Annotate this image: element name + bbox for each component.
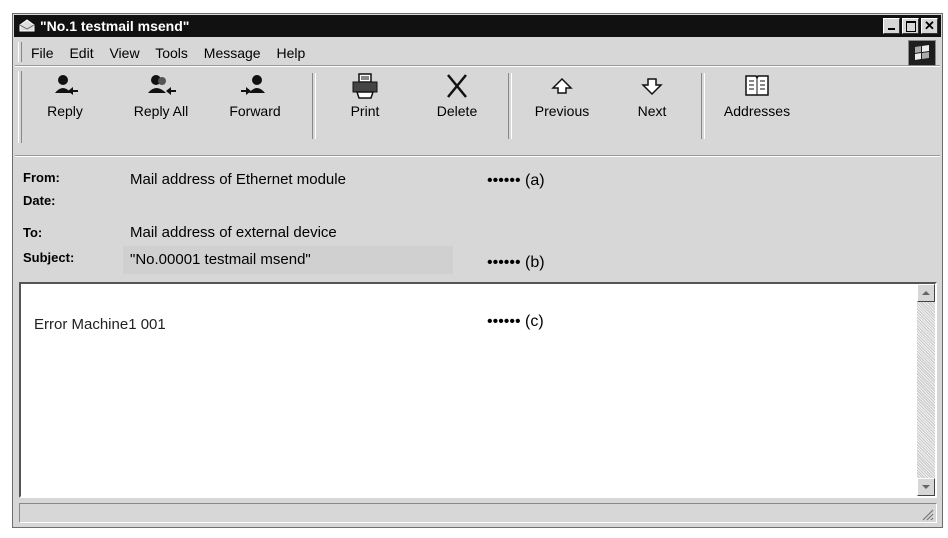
menu-bar: File Edit View Tools Message Help <box>15 39 940 66</box>
status-bar <box>19 503 937 523</box>
menu-message[interactable]: Message <box>204 45 261 61</box>
menu-grip[interactable] <box>18 42 22 62</box>
toolbar-separator <box>312 73 316 139</box>
print-label: Print <box>350 103 380 119</box>
resize-grip-icon[interactable] <box>920 507 934 521</box>
to-value[interactable]: Mail address of external device <box>130 224 337 241</box>
scroll-down-button[interactable] <box>917 478 935 496</box>
subject-label: Subject: <box>23 250 75 265</box>
previous-label: Previous <box>534 103 590 119</box>
body-text: Error Machine1 001 <box>34 316 166 333</box>
reply-all-label: Reply All <box>133 103 189 119</box>
delete-button[interactable]: Delete <box>427 73 487 119</box>
scroll-up-icon <box>922 291 930 295</box>
date-label: Date: <box>23 193 56 208</box>
mail-window: "No.1 testmail msend" ✕ File Edit View T… <box>12 13 943 528</box>
menu-edit[interactable]: Edit <box>69 45 93 61</box>
forward-label: Forward <box>229 103 281 119</box>
reply-icon <box>55 75 78 95</box>
window-title: "No.1 testmail msend" <box>40 18 190 34</box>
menu-file[interactable]: File <box>31 45 54 61</box>
print-icon <box>352 73 378 99</box>
envelope-icon <box>19 19 35 32</box>
menu-view[interactable]: View <box>109 45 139 61</box>
toolbar-grip[interactable] <box>18 71 22 143</box>
annotation-b: •••••• (b) <box>487 254 545 271</box>
scroll-down-icon <box>922 485 930 489</box>
scroll-up-button[interactable] <box>917 284 935 302</box>
reply-button[interactable]: Reply <box>37 73 93 119</box>
addresses-label: Addresses <box>723 103 791 119</box>
toolbar-separator <box>701 73 705 139</box>
window-logo-icon <box>908 40 936 66</box>
from-label: From: <box>23 170 60 185</box>
print-button[interactable]: Print <box>337 73 393 119</box>
to-label: To: <box>23 225 43 240</box>
menu-help[interactable]: Help <box>276 45 305 61</box>
addresses-icon <box>745 75 769 96</box>
message-body[interactable]: Error Machine1 001 <box>19 282 937 498</box>
menu-tools[interactable]: Tools <box>155 45 188 61</box>
from-value[interactable]: Mail address of Ethernet module <box>130 171 346 188</box>
toolbar: Reply Reply All Forward Print Delete Pre… <box>15 67 940 156</box>
reply-all-icon <box>148 75 176 95</box>
vertical-scrollbar[interactable] <box>917 284 935 496</box>
forward-icon <box>241 75 265 95</box>
previous-icon <box>551 77 573 94</box>
next-icon <box>641 78 663 96</box>
forward-button[interactable]: Forward <box>220 73 290 119</box>
delete-icon <box>447 74 467 98</box>
subject-value: "No.00001 testmail msend" <box>130 251 311 268</box>
addresses-button[interactable]: Addresses <box>715 73 799 119</box>
maximize-button[interactable] <box>902 18 919 34</box>
reply-all-button[interactable]: Reply All <box>123 73 199 119</box>
minimize-button[interactable] <box>883 18 900 34</box>
toolbar-separator <box>508 73 512 139</box>
previous-button[interactable]: Previous <box>525 73 599 119</box>
annotation-a: •••••• (a) <box>487 172 545 189</box>
next-label: Next <box>637 103 667 119</box>
delete-label: Delete <box>436 103 478 119</box>
title-bar[interactable]: "No.1 testmail msend" ✕ <box>14 15 941 37</box>
next-button[interactable]: Next <box>629 73 675 119</box>
annotation-c: •••••• (c) <box>487 313 544 330</box>
reply-label: Reply <box>47 103 83 119</box>
close-button[interactable]: ✕ <box>921 18 938 34</box>
